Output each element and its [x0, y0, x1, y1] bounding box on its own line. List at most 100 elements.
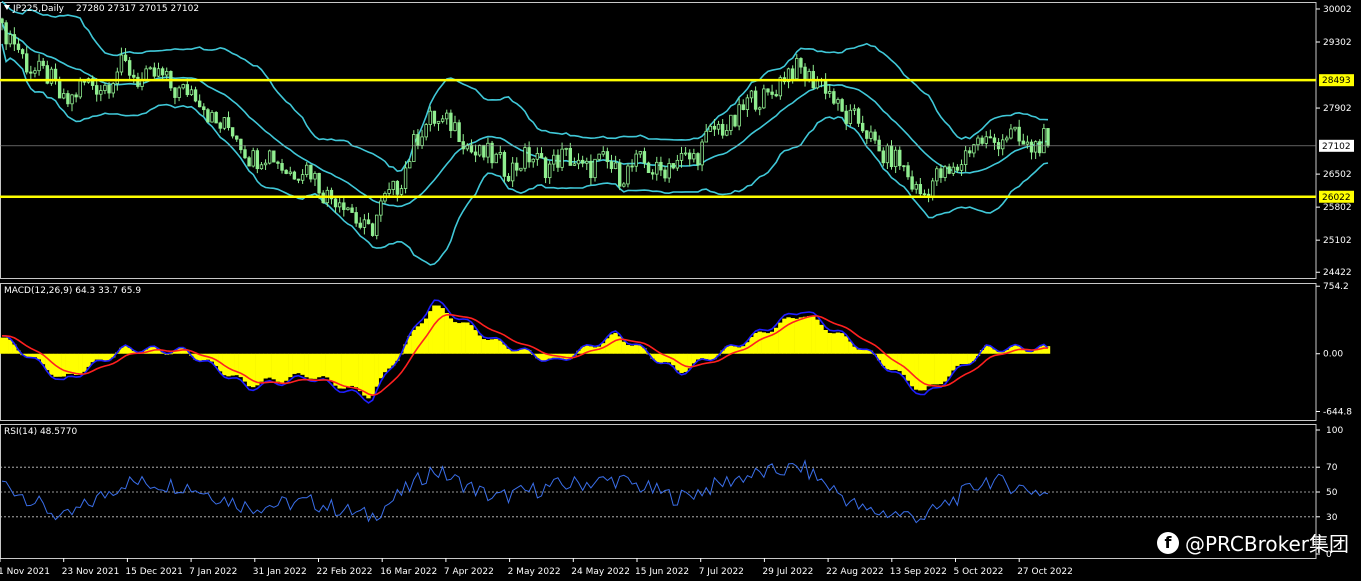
macd-histogram-bar: [452, 322, 458, 354]
candle-body: [218, 122, 222, 129]
macd-histogram-bar: [345, 353, 351, 388]
date-label: 15 Jun 2022: [635, 567, 689, 577]
date-label: 7 Jul 2022: [699, 567, 744, 577]
candle-body: [696, 153, 700, 166]
candle-body: [790, 68, 795, 80]
macd-histogram-bar: [353, 353, 359, 388]
candle-body: [189, 89, 194, 96]
chart-canvas[interactable]: 28493 26022 27102 30002 29302 27902 26502 2580…: [0, 0, 1361, 581]
candle-body: [1017, 126, 1021, 142]
candle-body: [432, 110, 437, 124]
macd-histogram-bar: [28, 353, 34, 358]
candle-body: [914, 184, 918, 190]
candle-body: [671, 163, 675, 169]
candle-body: [955, 166, 960, 171]
macd-histogram-bar: [461, 322, 466, 354]
macd-histogram-bar: [325, 353, 330, 378]
candle-body: [395, 180, 400, 195]
candle-body: [535, 153, 540, 160]
candle-body: [729, 114, 733, 131]
candle-body: [688, 152, 692, 160]
candle-body: [556, 154, 560, 168]
candle-body: [416, 134, 420, 146]
candle-body: [712, 125, 717, 130]
candle-body: [33, 70, 37, 74]
macd-histogram-bar: [473, 330, 478, 354]
candle-body: [1013, 126, 1017, 130]
candle-body: [445, 112, 449, 120]
candle-body: [852, 108, 857, 111]
candle-body: [543, 157, 548, 179]
candle-body: [222, 117, 227, 129]
date-label: 22 Feb 2022: [317, 567, 373, 577]
macd-histogram-bar: [465, 322, 470, 354]
candle-body: [560, 148, 564, 168]
candle-body: [288, 171, 292, 174]
candle-body: [968, 150, 972, 154]
candle-body: [733, 114, 737, 127]
candle-body: [947, 166, 951, 174]
macd-histogram-bar: [73, 353, 79, 375]
candle-body: [988, 136, 993, 139]
candle-body: [774, 94, 778, 97]
candle-body: [646, 162, 651, 174]
candle-body: [683, 152, 688, 155]
macd-histogram-bar: [321, 353, 326, 377]
macd-histogram-bar: [246, 353, 252, 387]
candle-body: [766, 88, 770, 93]
candle-body: [148, 67, 152, 70]
candle-body: [259, 164, 264, 170]
macd-histogram-bar: [778, 322, 783, 354]
candle-body: [630, 165, 634, 168]
macd-histogram-bar: [448, 318, 454, 354]
macd-histogram-bar: [613, 332, 618, 354]
date-label: 15 Dec 2021: [125, 567, 182, 577]
date-label: 24 May 2022: [571, 567, 630, 577]
candle-body: [226, 117, 231, 128]
date-label: 16 Mar 2022: [380, 567, 437, 577]
candle-body: [342, 202, 346, 210]
macd-histogram-bar: [444, 312, 449, 354]
candle-body: [519, 167, 523, 171]
candle-body: [436, 120, 441, 124]
candle-body: [823, 79, 828, 94]
macd-histogram-bar: [942, 353, 948, 382]
macd-histogram-bar: [271, 353, 276, 380]
candle-body: [235, 135, 239, 140]
macd-histogram-bar: [419, 323, 425, 354]
macd-histogram-bar: [959, 353, 964, 365]
candle-body: [276, 161, 280, 164]
main-ohlc-label: 27280 27317 27015 27102: [76, 4, 199, 14]
candle-body: [918, 184, 923, 195]
candle-body: [478, 144, 482, 156]
bollinger-bands: [1, 0, 1049, 266]
candle-body: [20, 49, 25, 55]
macd-histogram-bar: [633, 345, 639, 354]
candle-body: [618, 162, 622, 187]
candle-body: [412, 134, 416, 162]
candle-body: [675, 159, 680, 169]
macd-histogram-bar: [477, 335, 482, 354]
candle-body: [1042, 128, 1046, 154]
candle-body: [263, 162, 268, 166]
macd-histogram-bar: [794, 318, 799, 354]
candle-body: [758, 107, 762, 110]
candle-body: [515, 162, 519, 171]
candle-body: [1025, 141, 1030, 145]
candle-body: [959, 164, 964, 171]
candle-body: [650, 172, 655, 175]
macd-label: MACD(12,26,9) 64.3 33.7 65.9: [4, 286, 141, 296]
macd-histogram-bar: [102, 353, 108, 361]
candle-body: [865, 130, 869, 139]
candle-body: [8, 34, 12, 45]
macd-histogram-bar: [823, 329, 828, 354]
rsi-label: RSI(14) 48.5770: [4, 427, 77, 437]
candle-body: [976, 137, 980, 146]
candle-body: [354, 212, 358, 224]
candle-body: [29, 71, 33, 74]
price-tick-label: 24422: [1323, 268, 1352, 278]
macd-histogram-bar: [831, 333, 837, 354]
panel-frame: [0, 2, 1317, 279]
macd-histogram-bar: [629, 345, 635, 354]
candle-body: [576, 159, 581, 165]
